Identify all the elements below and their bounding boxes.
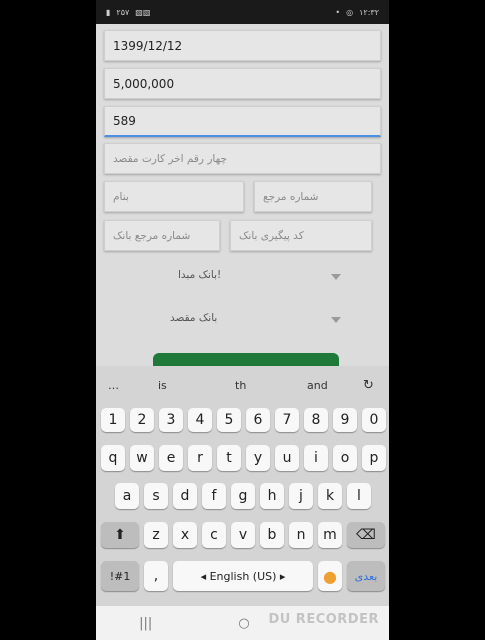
key-k[interactable]: k (318, 483, 342, 509)
signal-icon: ▧▧ (135, 7, 151, 17)
next-key[interactable]: بعدی (347, 561, 385, 591)
suggestion-bar: … is th and ↻ (96, 366, 389, 404)
refresh-icon[interactable]: ↻ (363, 378, 374, 393)
origin-bank-label: بانک مبدا! (178, 269, 222, 281)
key-x[interactable]: x (173, 522, 197, 548)
name-placeholder: بنام (113, 190, 129, 203)
dest-card-field[interactable]: چهار رقم اخر کارت مقصد (104, 143, 381, 174)
key-h[interactable]: h (260, 483, 284, 509)
whatsapp-icon: ◎ (346, 7, 354, 17)
dest-bank-select[interactable]: بانک مقصد (170, 307, 340, 329)
key-5[interactable]: 5 (217, 408, 241, 432)
bank-reference-field[interactable]: شماره مرجع بانک (104, 220, 220, 251)
dest-card-placeholder: چهار رقم اخر کارت مقصد (113, 152, 227, 165)
suggestion-3[interactable]: and (307, 379, 328, 392)
key-1[interactable]: 1 (101, 408, 125, 432)
key-c[interactable]: c (202, 522, 226, 548)
status-time: ۱۲:۳۲ (359, 7, 379, 17)
key-f[interactable]: f (202, 483, 226, 509)
period-key[interactable]: ● (318, 561, 342, 591)
notification-icon: • (335, 7, 341, 17)
amount-field[interactable]: 5,000,000 (104, 68, 381, 99)
reference-placeholder: شماره مرجع (263, 190, 319, 203)
key-t[interactable]: t (217, 445, 241, 471)
touch-indicator-icon: ● (323, 566, 337, 586)
date-field[interactable]: 1399/12/12 (104, 30, 381, 61)
key-4[interactable]: 4 (188, 408, 212, 432)
key-g[interactable]: g (231, 483, 255, 509)
app-form: 1399/12/12 5,000,000 589 چهار رقم اخر کا… (96, 24, 389, 366)
key-0[interactable]: 0 (362, 408, 386, 432)
bank-tracking-field[interactable]: کد پیگیری بانک (230, 220, 372, 251)
shift-icon: ⬆ (114, 527, 126, 543)
key-8[interactable]: 8 (304, 408, 328, 432)
name-field[interactable]: بنام (104, 181, 244, 212)
backspace-icon: ⌫ (356, 527, 376, 543)
key-3[interactable]: 3 (159, 408, 183, 432)
key-y[interactable]: y (246, 445, 270, 471)
dest-bank-label: بانک مقصد (170, 312, 218, 324)
status-left-text: ۲۵۷ (116, 7, 130, 17)
key-9[interactable]: 9 (333, 408, 357, 432)
space-key[interactable]: ◂ English (US) ▸ (173, 561, 313, 591)
key-m[interactable]: m (318, 522, 342, 548)
key-7[interactable]: 7 (275, 408, 299, 432)
battery-icon: ▮ (106, 7, 111, 17)
key-i[interactable]: i (304, 445, 328, 471)
suggestion-2[interactable]: th (235, 379, 246, 392)
shift-key[interactable]: ⬆ (101, 522, 139, 548)
keyboard: … is th and ↻ 1 2 3 4 5 6 7 8 9 0 q w e … (96, 366, 389, 606)
recents-button[interactable]: ||| (139, 616, 152, 631)
key-r[interactable]: r (188, 445, 212, 471)
reference-number-field[interactable]: شماره مرجع (254, 181, 372, 212)
key-q[interactable]: q (101, 445, 125, 471)
card-digits-field[interactable]: 589 (104, 106, 381, 137)
key-v[interactable]: v (231, 522, 255, 548)
status-bar: ▮ ۲۵۷ ▧▧ • ◎ ۱۲:۳۲ (96, 0, 389, 24)
dest-bank-chevron-down-icon[interactable] (331, 317, 341, 323)
key-o[interactable]: o (333, 445, 357, 471)
origin-bank-chevron-down-icon[interactable] (331, 274, 341, 280)
du-recorder-watermark: DU RECORDER (268, 612, 379, 627)
home-button[interactable]: ○ (238, 616, 249, 631)
key-z[interactable]: z (144, 522, 168, 548)
key-n[interactable]: n (289, 522, 313, 548)
date-value: 1399/12/12 (113, 38, 183, 53)
phone-screen: ▮ ۲۵۷ ▧▧ • ◎ ۱۲:۳۲ 1399/12/12 5,000,000 … (96, 0, 389, 640)
key-2[interactable]: 2 (130, 408, 154, 432)
card-digits-value: 589 (113, 114, 136, 128)
key-s[interactable]: s (144, 483, 168, 509)
key-j[interactable]: j (289, 483, 313, 509)
key-a[interactable]: a (115, 483, 139, 509)
key-p[interactable]: p (362, 445, 386, 471)
key-d[interactable]: d (173, 483, 197, 509)
key-e[interactable]: e (159, 445, 183, 471)
symbols-key[interactable]: !#1 (101, 561, 139, 591)
backspace-key[interactable]: ⌫ (347, 522, 385, 548)
tracking-placeholder: کد پیگیری بانک (239, 229, 304, 242)
key-b[interactable]: b (260, 522, 284, 548)
origin-bank-select[interactable]: بانک مبدا! (178, 264, 348, 286)
suggestion-more[interactable]: … (108, 379, 119, 392)
amount-value: 5,000,000 (113, 76, 175, 91)
key-6[interactable]: 6 (246, 408, 270, 432)
comma-key[interactable]: , (144, 561, 168, 591)
key-l[interactable]: l (347, 483, 371, 509)
key-w[interactable]: w (130, 445, 154, 471)
suggestion-1[interactable]: is (158, 379, 167, 392)
bank-ref-placeholder: شماره مرجع بانک (113, 229, 191, 242)
key-u[interactable]: u (275, 445, 299, 471)
